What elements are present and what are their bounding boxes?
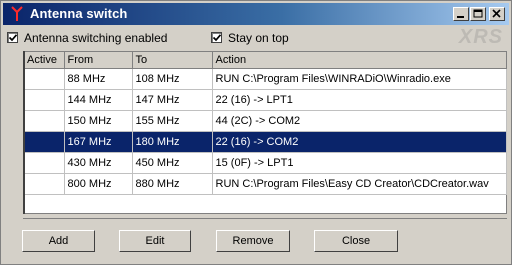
antenna-switch-window: Antenna switch Antenna switching enabled… xyxy=(0,0,512,265)
checkbox-box[interactable] xyxy=(7,32,18,43)
button-bar: Add Edit Remove Close xyxy=(1,216,511,264)
cell-active[interactable] xyxy=(24,152,65,174)
cell-from[interactable]: 430 MHz xyxy=(64,152,133,174)
close-button[interactable]: Close xyxy=(314,230,398,252)
options-row: Antenna switching enabled Stay on top xyxy=(1,25,511,49)
cell-to[interactable]: 180 MHz xyxy=(132,131,213,153)
close-icon xyxy=(492,9,501,18)
maximize-button[interactable] xyxy=(470,7,486,21)
cell-to[interactable]: 155 MHz xyxy=(132,110,213,132)
table-row[interactable]: 430 MHz 450 MHz 15 (0F) -> LPT1 xyxy=(24,152,507,174)
cell-action[interactable]: 15 (0F) -> LPT1 xyxy=(212,152,507,174)
table-row-selected[interactable]: 167 MHz 180 MHz 22 (16) -> COM2 xyxy=(24,131,507,153)
cell-action[interactable]: 22 (16) -> LPT1 xyxy=(212,89,507,111)
table-row[interactable]: 88 MHz 108 MHz RUN C:\Program Files\WINR… xyxy=(24,68,507,90)
cell-from[interactable]: 800 MHz xyxy=(64,173,133,195)
cell-from[interactable]: 144 MHz xyxy=(64,89,133,111)
stay-on-top-label: Stay on top xyxy=(228,30,289,45)
checkmark-icon xyxy=(212,34,222,42)
maximize-icon xyxy=(473,9,483,18)
cell-to[interactable]: 880 MHz xyxy=(132,173,213,195)
cell-active[interactable] xyxy=(24,89,65,111)
remove-button[interactable]: Remove xyxy=(216,230,290,252)
cell-action[interactable]: RUN C:\Program Files\Easy CD Creator\CDC… xyxy=(212,173,507,195)
table-header-row: Active From To Action xyxy=(24,52,507,69)
cell-action[interactable]: 44 (2C) -> COM2 xyxy=(212,110,507,132)
cell-from[interactable]: 88 MHz xyxy=(64,68,133,90)
table-row[interactable]: 150 MHz 155 MHz 44 (2C) -> COM2 xyxy=(24,110,507,132)
cell-active[interactable] xyxy=(24,173,65,195)
cell-from[interactable]: 150 MHz xyxy=(64,110,133,132)
checkbox-box[interactable] xyxy=(211,32,222,43)
cell-to[interactable]: 147 MHz xyxy=(132,89,213,111)
xrs-logo: XRS xyxy=(458,26,503,48)
divider xyxy=(23,218,507,219)
cell-to[interactable]: 108 MHz xyxy=(132,68,213,90)
column-header-action[interactable]: Action xyxy=(212,52,507,69)
edit-button[interactable]: Edit xyxy=(119,230,191,252)
cell-from[interactable]: 167 MHz xyxy=(64,131,133,153)
antenna-switching-checkbox[interactable]: Antenna switching enabled xyxy=(7,30,167,45)
cell-action[interactable]: 22 (16) -> COM2 xyxy=(212,131,507,153)
antenna-switching-label: Antenna switching enabled xyxy=(24,30,168,45)
cell-active[interactable] xyxy=(24,131,65,153)
title-bar[interactable]: Antenna switch xyxy=(3,3,509,25)
close-window-button[interactable] xyxy=(489,7,505,21)
table-row[interactable]: 800 MHz 880 MHz RUN C:\Program Files\Eas… xyxy=(24,173,507,195)
antenna-grid: Active From To Action 88 MHz 108 MHz RUN… xyxy=(24,52,507,195)
minimize-icon xyxy=(457,16,464,18)
antenna-table: Active From To Action 88 MHz 108 MHz RUN… xyxy=(23,51,507,214)
cell-to[interactable]: 450 MHz xyxy=(132,152,213,174)
cell-action[interactable]: RUN C:\Program Files\WINRADiO\Winradio.e… xyxy=(212,68,507,90)
cell-active[interactable] xyxy=(24,110,65,132)
antenna-icon xyxy=(11,6,23,21)
table-row[interactable]: 144 MHz 147 MHz 22 (16) -> LPT1 xyxy=(24,89,507,111)
checkmark-icon xyxy=(8,34,18,42)
add-button[interactable]: Add xyxy=(22,230,95,252)
minimize-button[interactable] xyxy=(453,7,469,21)
column-header-to[interactable]: To xyxy=(132,52,213,69)
table-border xyxy=(23,51,25,214)
column-header-active[interactable]: Active xyxy=(24,52,65,69)
stay-on-top-checkbox[interactable]: Stay on top xyxy=(211,30,289,45)
cell-active[interactable] xyxy=(24,68,65,90)
column-header-from[interactable]: From xyxy=(64,52,133,69)
window-title: Antenna switch xyxy=(30,6,128,21)
